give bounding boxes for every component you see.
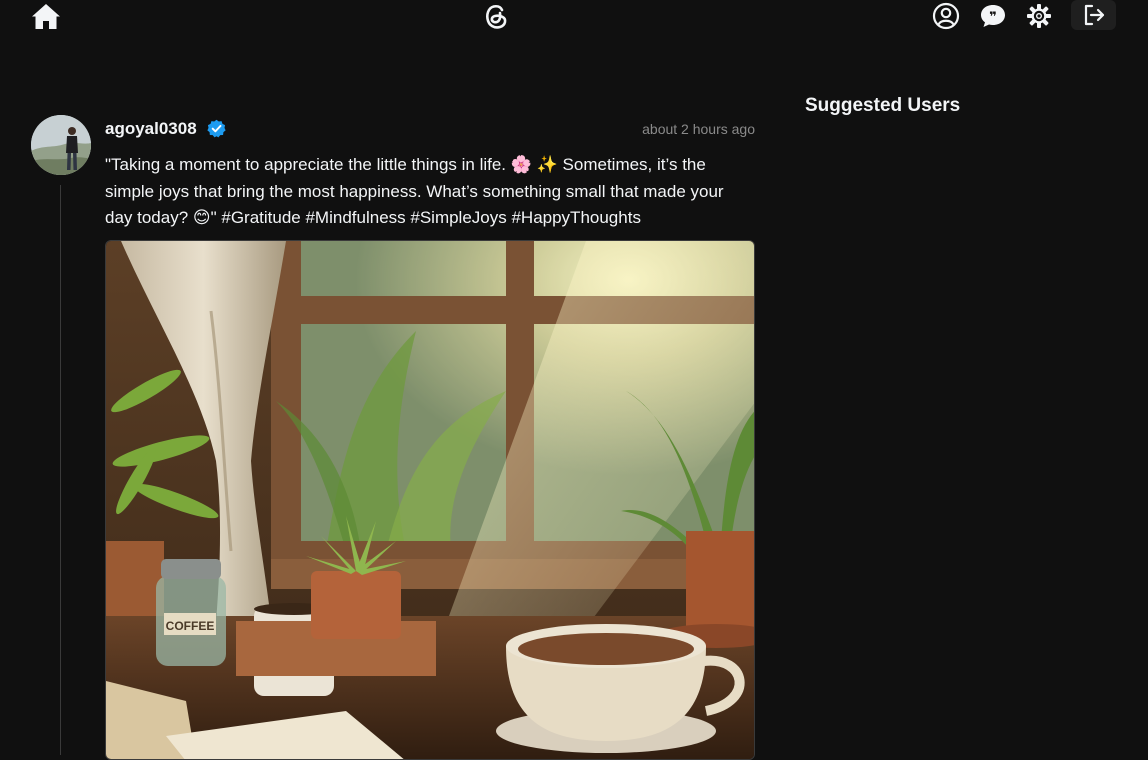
top-navigation: ❞ [0, 0, 1148, 40]
svg-text:❞: ❞ [989, 10, 997, 25]
post-content: agoyal0308 about 2 hours ago "Taking a m… [105, 113, 755, 760]
user-circle-icon[interactable] [932, 2, 960, 30]
username[interactable]: agoyal0308 [105, 119, 197, 139]
post-text: "Taking a moment to appreciate the littl… [105, 155, 724, 227]
jar-label: COFFEE [166, 619, 215, 633]
post-image[interactable]: COFFEE [105, 240, 755, 760]
post-timestamp: about 2 hours ago [642, 121, 755, 137]
chat-bubble-icon[interactable]: ❞ [979, 2, 1007, 30]
post-header: agoyal0308 about 2 hours ago [105, 113, 755, 145]
avatar[interactable] [31, 115, 91, 175]
home-icon[interactable] [31, 2, 61, 30]
verified-badge-icon [207, 119, 226, 138]
logout-button[interactable] [1071, 0, 1116, 30]
threads-logo-icon[interactable] [480, 0, 512, 32]
suggested-users-heading: Suggested Users [805, 95, 961, 116]
gear-icon[interactable] [1025, 2, 1053, 30]
post: agoyal0308 about 2 hours ago "Taking a m… [31, 113, 756, 760]
thread-line [60, 185, 61, 755]
logout-icon [1084, 4, 1104, 26]
